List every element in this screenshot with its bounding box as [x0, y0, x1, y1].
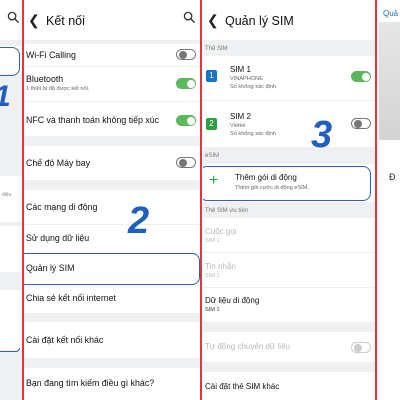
connections-header: ❮ Kết nối [24, 0, 200, 40]
data-usage-row[interactable]: Sử dụng dữ liệu [24, 225, 200, 253]
highlight-box-left-lower [0, 348, 20, 352]
mobile-data-sim: SIM 1 [205, 307, 220, 313]
left-header [0, 0, 22, 40]
faint-text: điệu [2, 192, 12, 198]
airplane-mode-toggle[interactable] [176, 157, 196, 168]
sim2-carrier: Viettel [230, 123, 246, 129]
divider-line [200, 0, 202, 400]
more-sim-settings-row[interactable]: Cài đặt thẻ SIM khác [203, 372, 375, 400]
bluetooth-status: 1 thiết bị đã được kết nối. [26, 86, 90, 92]
calls-row: Cuộc gọi SIM 1 [203, 218, 375, 252]
airplane-mode-label: Chế độ Máy bay [26, 158, 91, 168]
more-sim-settings-label: Cài đặt thẻ SIM khác [205, 382, 280, 391]
image-preview [379, 22, 400, 140]
auto-switch-label: Tự động chuyển dữ liệu [205, 342, 290, 351]
search-suggestion-label: Bạn đang tìm kiếm điều gì khác? [26, 378, 155, 388]
sim1-badge: 1 [206, 70, 217, 82]
nfc-toggle[interactable] [176, 115, 196, 126]
section-esim: eSIM [205, 153, 220, 159]
sim-manager-header: ❮ Quản lý SIM [203, 0, 375, 40]
more-connection-settings-label: Cài đặt kết nối khác [26, 335, 104, 345]
messages-label: Tin nhắn [205, 262, 236, 271]
sim1-carrier: VINAPHONE [230, 76, 263, 82]
mobile-data-row[interactable]: Dữ liệu di động SIM 1 [203, 288, 375, 322]
bluetooth-toggle[interactable] [176, 78, 196, 89]
hotspot-row[interactable]: Chia sẻ kết nối internet [24, 285, 200, 313]
right-panel: Quả Đ [377, 0, 400, 400]
sim2-name: SIM 2 [230, 112, 251, 121]
search-icon[interactable] [183, 11, 196, 24]
data-usage-label: Sử dụng dữ liệu [26, 233, 90, 243]
left-row [0, 290, 22, 350]
sim2-badge: 2 [206, 118, 217, 130]
sim1-number: Số không xác định [230, 84, 277, 90]
section-preferred-sim: Thẻ SIM ưu tiên [205, 208, 249, 214]
mobile-networks-row[interactable]: Các mạng di động [24, 190, 200, 224]
messages-sim: SIM 1 [205, 273, 220, 279]
more-connection-settings-row[interactable]: Cài đặt kết nối khác [24, 322, 200, 358]
step-number-2: 2 [128, 200, 150, 242]
nfc-row[interactable]: NFC và thanh toán không tiếp xúc [24, 102, 200, 136]
mobile-networks-label: Các mạng di động [26, 202, 98, 212]
left-panel: 1 điệu [0, 0, 22, 400]
right-title-partial: Quả [383, 9, 399, 18]
step-number-1: 1 [0, 80, 11, 114]
back-arrow-icon[interactable]: ❮ [207, 12, 219, 29]
airplane-mode-row[interactable]: Chế độ Máy bay [24, 146, 200, 180]
divider-line [22, 0, 24, 400]
auto-switch-toggle [351, 342, 371, 353]
left-row [0, 226, 22, 272]
bluetooth-row[interactable]: Bluetooth 1 thiết bị đã được kết nối. [24, 67, 200, 101]
divider-line [375, 0, 377, 400]
wifi-calling-label: Wi-Fi Calling [26, 50, 76, 60]
wifi-calling-toggle[interactable] [176, 49, 196, 60]
highlight-box-left [0, 47, 20, 76]
sim1-row[interactable]: 1 SIM 1 VINAPHONE Số không xác định [203, 56, 375, 100]
highlight-box-sim-manager [24, 253, 200, 285]
wifi-calling-row[interactable]: Wi-Fi Calling [24, 44, 200, 66]
connections-panel: ❮ Kết nối Wi-Fi Calling Bluetooth 1 thiế… [24, 0, 200, 400]
bluetooth-label: Bluetooth [26, 74, 64, 84]
sim1-toggle[interactable] [351, 71, 371, 82]
calls-sim: SIM 1 [205, 238, 220, 244]
hotspot-label: Chia sẻ kết nối internet [26, 293, 116, 303]
right-text-partial: Đ [389, 172, 396, 182]
mobile-data-label: Dữ liệu di động [205, 296, 260, 305]
nfc-label: NFC và thanh toán không tiếp xúc [26, 115, 160, 125]
sim2-row[interactable]: 2 SIM 2 Viettel Số không xác định [203, 101, 375, 147]
back-arrow-icon[interactable]: ❮ [28, 12, 40, 29]
highlight-box-add-plan [203, 166, 371, 201]
messages-row: Tin nhắn SIM 1 [203, 253, 375, 287]
search-icon[interactable] [7, 11, 20, 24]
step-number-3: 3 [311, 114, 333, 156]
section-sim-cards: Thẻ SIM [205, 46, 228, 52]
sim2-toggle[interactable] [351, 118, 371, 129]
search-suggestion-row[interactable]: Bạn đang tìm kiếm điều gì khác? [24, 368, 200, 400]
calls-label: Cuộc gọi [205, 227, 237, 236]
page-title: Quản lý SIM [225, 14, 294, 28]
sim-manager-panel: ❮ Quản lý SIM Thẻ SIM 1 SIM 1 VINAPHONE … [203, 0, 375, 400]
left-row [0, 176, 22, 222]
page-title: Kết nối [46, 14, 85, 28]
sim2-number: Số không xác định [230, 131, 277, 137]
sim1-name: SIM 1 [230, 65, 251, 74]
auto-switch-row: Tự động chuyển dữ liệu [203, 332, 375, 362]
